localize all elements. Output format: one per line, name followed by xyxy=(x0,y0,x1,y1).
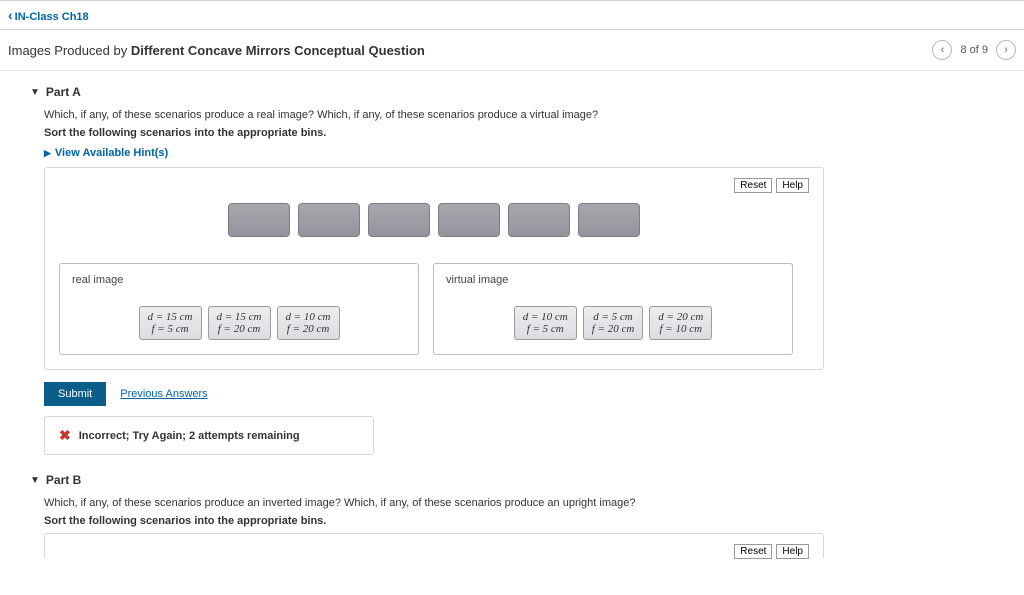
pager-label: 8 of 9 xyxy=(960,44,988,56)
part-b-prompt: Which, if any, of these scenarios produc… xyxy=(44,497,994,509)
sort-arena-b: Reset Help xyxy=(44,533,824,559)
title-plain: Images Produced by xyxy=(8,43,131,58)
pool-item[interactable] xyxy=(578,203,640,237)
part-a: ▼ Part A Which, if any, of these scenari… xyxy=(30,85,994,455)
scenario-card[interactable]: d = 20 cmf = 10 cm xyxy=(649,306,712,340)
part-b-title: Part B xyxy=(46,473,81,487)
bin-title: real image xyxy=(72,274,406,286)
sort-arena: Reset Help real image d = 15 cmf = 5 cm … xyxy=(44,167,824,370)
help-button[interactable]: Help xyxy=(776,178,809,193)
page-title: Images Produced by Different Concave Mir… xyxy=(8,43,425,58)
part-a-instruction: Sort the following scenarios into the ap… xyxy=(44,127,994,139)
previous-answers-link[interactable]: Previous Answers xyxy=(120,388,207,400)
page-header: Images Produced by Different Concave Mir… xyxy=(0,30,1024,71)
next-page-button[interactable]: › xyxy=(996,40,1016,60)
collapse-icon[interactable]: ▼ xyxy=(30,87,40,98)
reset-button[interactable]: Reset xyxy=(734,178,772,193)
submit-button[interactable]: Submit xyxy=(44,382,106,406)
pager: ‹ 8 of 9 › xyxy=(932,40,1016,60)
back-link[interactable]: IN-Class Ch18 xyxy=(8,11,89,23)
title-bold: Different Concave Mirrors Conceptual Que… xyxy=(131,43,425,58)
feedback-box: ✖ Incorrect; Try Again; 2 attempts remai… xyxy=(44,416,374,455)
pool-item[interactable] xyxy=(438,203,500,237)
scenario-card[interactable]: d = 15 cmf = 20 cm xyxy=(208,306,271,340)
scenario-card[interactable]: d = 15 cmf = 5 cm xyxy=(139,306,202,340)
pool-item[interactable] xyxy=(508,203,570,237)
item-pool xyxy=(59,203,809,237)
collapse-icon[interactable]: ▼ xyxy=(30,475,40,486)
pool-item[interactable] xyxy=(228,203,290,237)
part-b: ▼ Part B Which, if any, of these scenari… xyxy=(30,473,994,559)
pool-item[interactable] xyxy=(368,203,430,237)
feedback-text: Incorrect; Try Again; 2 attempts remaini… xyxy=(79,430,300,442)
part-b-instruction: Sort the following scenarios into the ap… xyxy=(44,515,994,527)
view-hints-link[interactable]: View Available Hint(s) xyxy=(44,147,994,159)
help-button[interactable]: Help xyxy=(776,544,809,559)
scenario-card[interactable]: d = 5 cmf = 20 cm xyxy=(583,306,644,340)
reset-button[interactable]: Reset xyxy=(734,544,772,559)
pool-item[interactable] xyxy=(298,203,360,237)
bin-title: virtual image xyxy=(446,274,780,286)
incorrect-icon: ✖ xyxy=(59,427,71,444)
scenario-card[interactable]: d = 10 cmf = 5 cm xyxy=(514,306,577,340)
part-a-prompt: Which, if any, of these scenarios produc… xyxy=(44,109,994,121)
part-a-title: Part A xyxy=(46,85,81,99)
bin-virtual-image[interactable]: virtual image d = 10 cmf = 5 cm d = 5 cm… xyxy=(433,263,793,355)
scenario-card[interactable]: d = 10 cmf = 20 cm xyxy=(277,306,340,340)
prev-page-button[interactable]: ‹ xyxy=(932,40,952,60)
bin-real-image[interactable]: real image d = 15 cmf = 5 cm d = 15 cmf … xyxy=(59,263,419,355)
